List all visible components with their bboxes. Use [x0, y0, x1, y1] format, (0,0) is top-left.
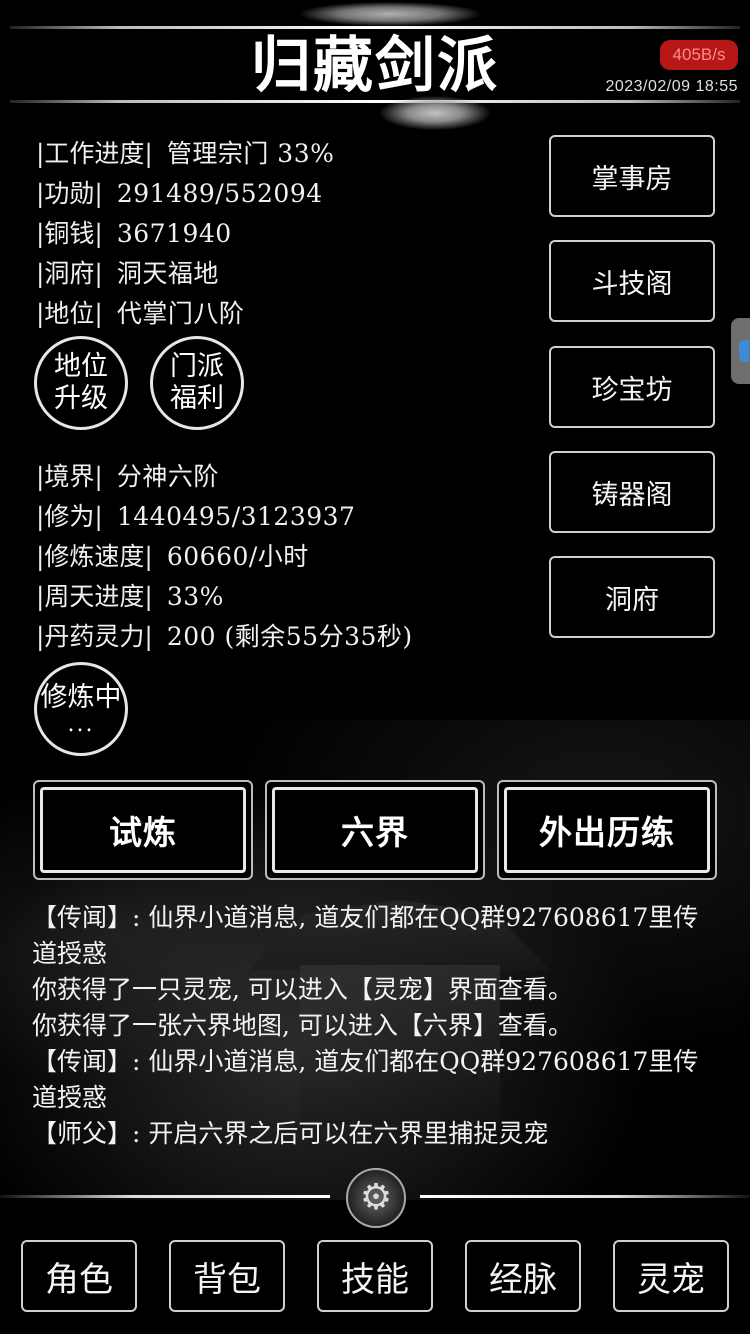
nav-meridians-button[interactable]: 经脉: [465, 1240, 581, 1312]
log-message: 【师父】: 开启六界之后可以在六界里捕捉灵宠: [32, 1119, 549, 1148]
stat-label: |工作进度|: [36, 139, 153, 168]
log-message: 你获得了一只灵宠, 可以进入【灵宠】界面查看。: [32, 975, 573, 1004]
menu-forge-button[interactable]: 铸器阁: [549, 451, 715, 533]
stat-label: |周天进度|: [36, 582, 153, 611]
stat-row-cycle-progress: |周天进度| 33%: [36, 577, 224, 617]
header-brush-stroke: [300, 2, 480, 26]
log-message: 【传闻】: 仙界小道消息, 道友们都在QQ群927608617里传道授惑: [32, 903, 699, 968]
gear-icon[interactable]: ⚙: [346, 1168, 406, 1228]
stat-value: 200 (剩余55分35秒): [166, 622, 413, 651]
nav-backpack-button[interactable]: 背包: [169, 1240, 285, 1312]
stat-label: |丹药灵力|: [36, 622, 153, 651]
button-label-line: 门派: [170, 351, 224, 382]
trial-button[interactable]: 试炼: [40, 787, 246, 873]
footer-divider-left: [0, 1195, 330, 1198]
sect-welfare-button[interactable]: 门派 福利: [150, 336, 244, 430]
stat-value: 管理宗门 33%: [166, 139, 335, 168]
stat-label: |洞府|: [36, 259, 103, 288]
menu-steward-hall-button[interactable]: 掌事房: [549, 135, 715, 217]
stat-row-merit: |功勋| 291489/552094: [36, 174, 323, 214]
datetime-display: 2023/02/09 18:55: [605, 78, 738, 95]
header-bottom-divider: [10, 100, 740, 103]
stat-label: |铜钱|: [36, 219, 103, 248]
nav-pets-button[interactable]: 灵宠: [613, 1240, 729, 1312]
stat-row-realm: |境界| 分神六阶: [36, 457, 219, 497]
button-label-line: 修炼中: [40, 682, 122, 713]
stat-row-cultivation: |修为| 1440495/3123937: [36, 497, 355, 537]
adventure-button[interactable]: 外出历练: [504, 787, 710, 873]
stat-value: 代掌门八阶: [116, 299, 245, 328]
stat-value: 1440495/3123937: [116, 502, 356, 531]
trial-button-frame: 试炼: [33, 780, 253, 880]
log-message: 【传闻】: 仙界小道消息, 道友们都在QQ群927608617里传道授惑: [32, 1047, 699, 1112]
floating-side-tab[interactable]: [731, 318, 750, 384]
stat-label: |地位|: [36, 299, 103, 328]
stat-row-elixir-power: |丹药灵力| 200 (剩余55分35秒): [36, 617, 413, 657]
stat-label: |境界|: [36, 462, 103, 491]
button-label-line: 升级: [54, 383, 108, 414]
stat-label: |修炼速度|: [36, 542, 153, 571]
nav-character-button[interactable]: 角色: [21, 1240, 137, 1312]
stat-row-cultivation-speed: |修炼速度| 60660/小时: [36, 537, 309, 577]
stat-row-rank: |地位| 代掌门八阶: [36, 294, 244, 334]
nav-skills-button[interactable]: 技能: [317, 1240, 433, 1312]
stat-row-coins: |铜钱| 3671940: [36, 214, 232, 254]
stat-row-work-progress: |工作进度| 管理宗门 33%: [36, 134, 334, 174]
adventure-button-frame: 外出历练: [497, 780, 717, 880]
stat-value: 33%: [166, 582, 224, 611]
six-realms-button-frame: 六界: [265, 780, 485, 880]
footer-divider-right: [420, 1195, 750, 1198]
stat-row-cave: |洞府| 洞天福地: [36, 254, 219, 294]
stat-label: |修为|: [36, 502, 103, 531]
menu-arena-button[interactable]: 斗技阁: [549, 240, 715, 322]
stat-value: 分神六阶: [116, 462, 219, 491]
stat-value: 3671940: [116, 219, 232, 248]
log-message: 你获得了一张六界地图, 可以进入【六界】查看。: [32, 1011, 573, 1040]
stat-value: 60660/小时: [166, 542, 309, 571]
stat-value: 洞天福地: [116, 259, 219, 288]
menu-treasure-shop-button[interactable]: 珍宝坊: [549, 346, 715, 428]
button-label-line: 地位: [54, 351, 108, 382]
net-speed-badge: 405B/s: [660, 40, 738, 70]
six-realms-button[interactable]: 六界: [272, 787, 478, 873]
menu-cave-button[interactable]: 洞府: [549, 556, 715, 638]
stat-value: 291489/552094: [116, 179, 323, 208]
rank-upgrade-button[interactable]: 地位 升级: [34, 336, 128, 430]
header-brush-stroke-2: [380, 96, 490, 130]
message-log[interactable]: 【传闻】: 仙界小道消息, 道友们都在QQ群927608617里传道授惑 你获得…: [32, 900, 722, 1156]
stat-label: |功勋|: [36, 179, 103, 208]
button-label-line: 福利: [170, 383, 224, 414]
